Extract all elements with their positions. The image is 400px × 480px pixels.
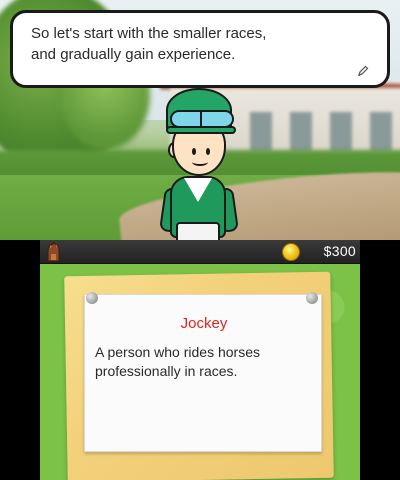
bottom-screen: $300 Jockey A person who rides horses pr…: [40, 240, 360, 480]
background-window: [370, 112, 392, 152]
glossary-note[interactable]: Jockey A person who rides horses profess…: [84, 294, 322, 452]
pushpin-icon: [306, 292, 318, 304]
background-window: [330, 112, 352, 152]
dialogue-bubble[interactable]: So let's start with the smaller races, a…: [10, 10, 390, 88]
jockey-goggles: [170, 110, 234, 128]
pushpin-icon: [86, 292, 98, 304]
horse-head-icon[interactable]: [44, 242, 62, 262]
jockey-pants: [176, 222, 220, 240]
background-window: [250, 112, 272, 152]
pencil-icon: [358, 65, 369, 77]
jockey-smile: [192, 158, 208, 166]
jockey-eye: [206, 148, 210, 155]
top-screen: So let's start with the smaller races, a…: [0, 0, 400, 240]
background-window: [290, 112, 312, 152]
jockey-goggle-bridge: [200, 112, 202, 126]
jockey-eye: [192, 148, 196, 155]
status-bar: $300: [40, 240, 360, 264]
money-display: $300: [323, 243, 356, 259]
glossary-term: Jockey: [180, 315, 228, 332]
dialogue-text: So let's start with the smaller races, a…: [31, 25, 267, 63]
jockey-character: [159, 88, 240, 240]
glossary-definition: A person who rides horses professionally…: [95, 344, 260, 379]
coin-icon: [282, 243, 300, 261]
